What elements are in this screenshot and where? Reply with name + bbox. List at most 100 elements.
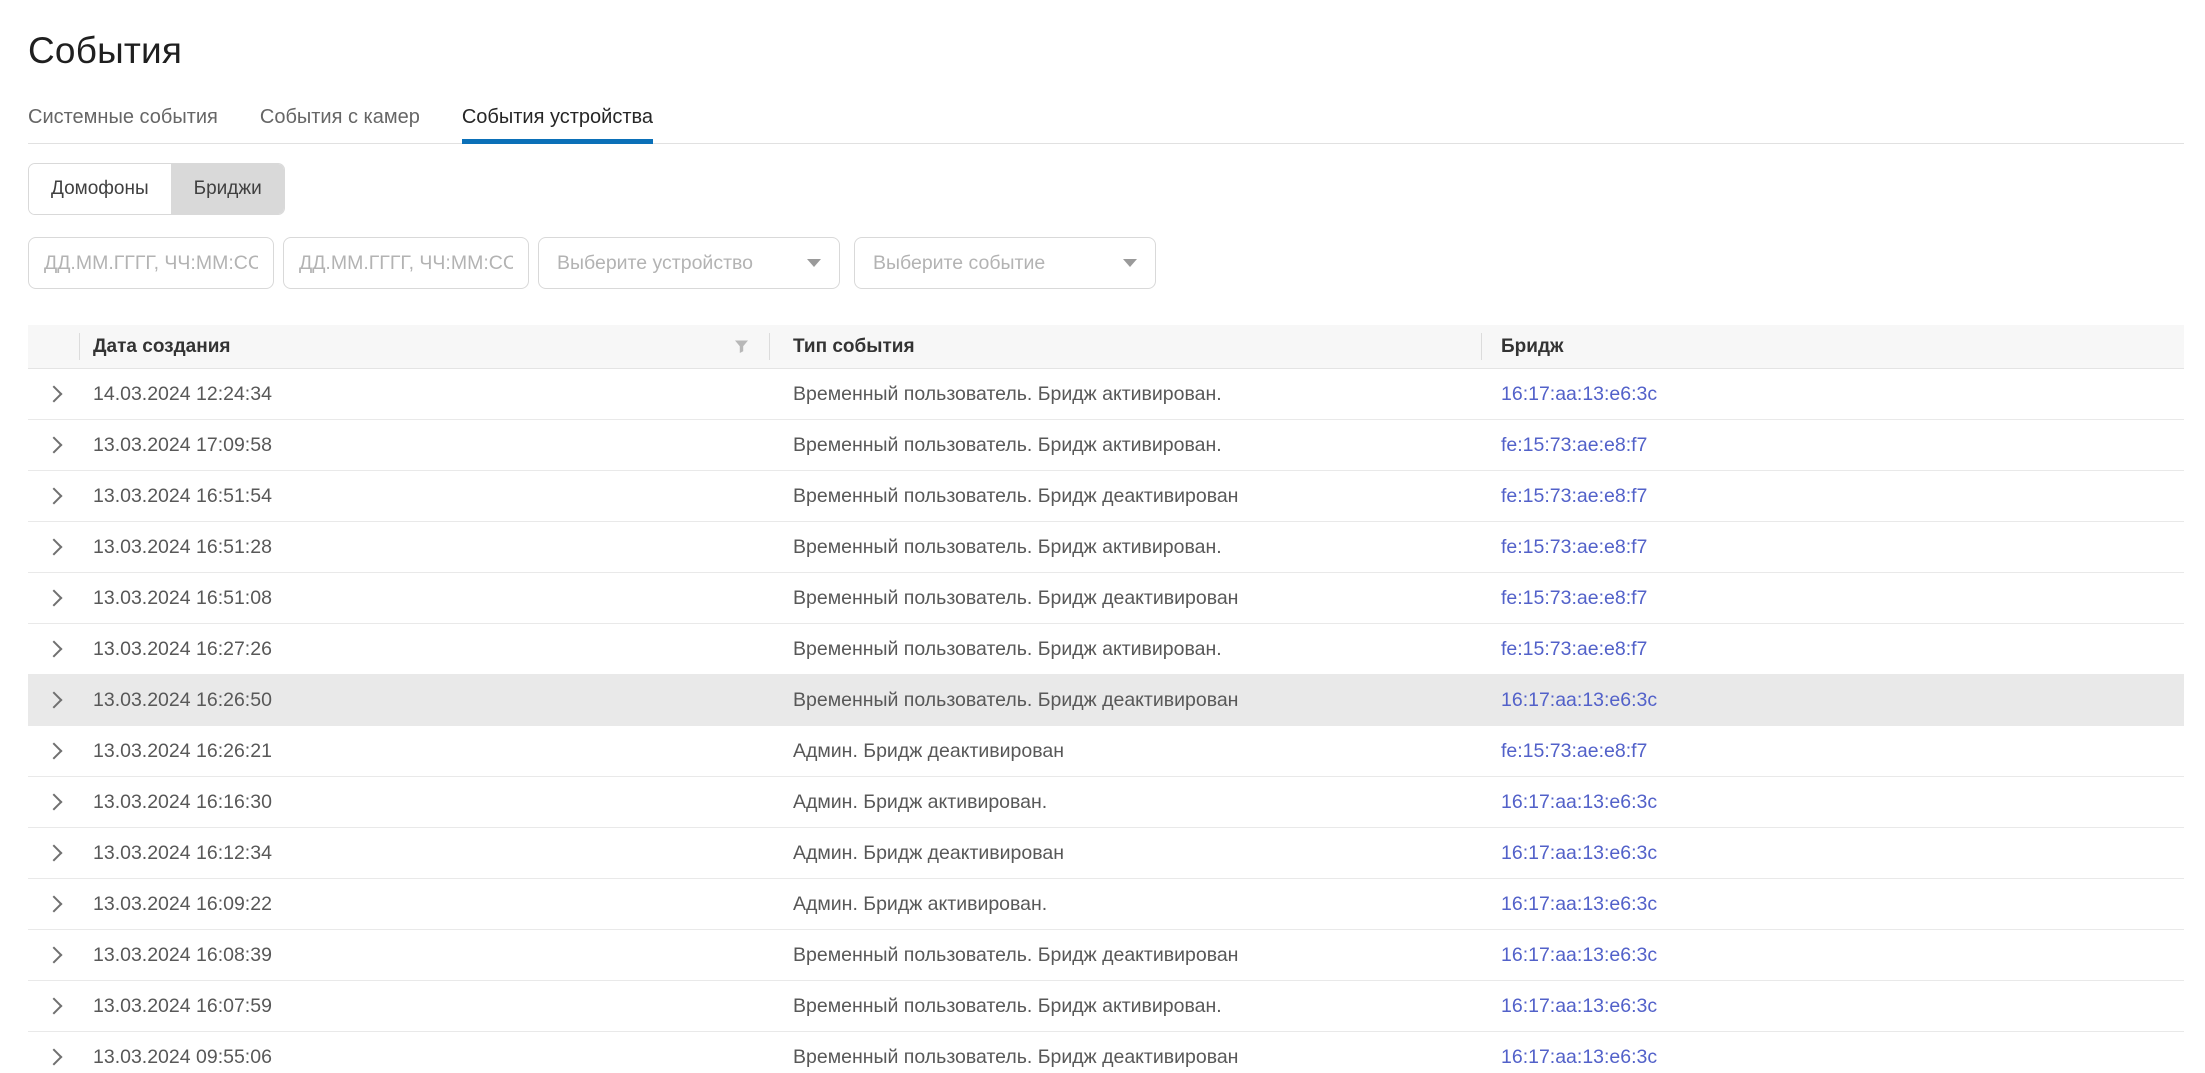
events-tabs: Системные события События с камер Событи…	[28, 106, 2184, 144]
expand-cell	[28, 879, 79, 929]
event-select[interactable]: Выберите событие	[854, 237, 1156, 289]
tab-2[interactable]: События устройства	[462, 106, 653, 143]
bridge-cell: 16:17:aa:13:e6:3c	[1481, 828, 2184, 878]
bridge-link[interactable]: 16:17:aa:13:e6:3c	[1501, 995, 1657, 1018]
table-row[interactable]: 13.03.2024 16:27:26 Временный пользовате…	[28, 624, 2184, 675]
toggle-button-0[interactable]: Домофоны	[29, 164, 171, 214]
table-row[interactable]: 13.03.2024 16:26:21 Админ. Бридж деактив…	[28, 726, 2184, 777]
expand-cell	[28, 573, 79, 623]
event-type: Временный пользователь. Бридж деактивиро…	[793, 689, 1238, 712]
bridge-link[interactable]: 16:17:aa:13:e6:3c	[1501, 842, 1657, 865]
bridge-link[interactable]: fe:15:73:ae:e8:f7	[1501, 536, 1647, 559]
chevron-right-icon[interactable]	[45, 590, 62, 607]
bridge-link[interactable]: fe:15:73:ae:e8:f7	[1501, 638, 1647, 661]
column-divider	[1481, 333, 1482, 360]
tab-label: События с камер	[260, 106, 420, 128]
bridge-link[interactable]: 16:17:aa:13:e6:3c	[1501, 1046, 1657, 1069]
bridge-link[interactable]: 16:17:aa:13:e6:3c	[1501, 893, 1657, 916]
table-row[interactable]: 13.03.2024 16:12:34 Админ. Бридж деактив…	[28, 828, 2184, 879]
expand-cell	[28, 624, 79, 674]
chevron-right-icon[interactable]	[45, 998, 62, 1015]
event-date: 13.03.2024 16:12:34	[93, 842, 272, 865]
expand-column-header	[28, 325, 79, 368]
chevron-right-icon[interactable]	[45, 845, 62, 862]
bridge-cell: 16:17:aa:13:e6:3c	[1481, 981, 2184, 1031]
expand-cell	[28, 777, 79, 827]
event-type: Временный пользователь. Бридж активирова…	[793, 383, 1222, 406]
date-cell: 13.03.2024 16:51:54	[79, 471, 769, 521]
toggle-button-label: Домофоны	[51, 178, 149, 199]
bridge-link[interactable]: 16:17:aa:13:e6:3c	[1501, 383, 1657, 406]
table-row[interactable]: 13.03.2024 16:26:50 Временный пользовате…	[28, 675, 2184, 726]
bridge-link[interactable]: 16:17:aa:13:e6:3c	[1501, 689, 1657, 712]
bridge-link[interactable]: fe:15:73:ae:e8:f7	[1501, 740, 1647, 763]
bridge-link[interactable]: fe:15:73:ae:e8:f7	[1501, 434, 1647, 457]
event-date: 13.03.2024 16:16:30	[93, 791, 272, 814]
expand-cell	[28, 981, 79, 1031]
chevron-right-icon[interactable]	[45, 488, 62, 505]
expand-cell	[28, 471, 79, 521]
chevron-right-icon[interactable]	[45, 692, 62, 709]
date-from-input[interactable]	[28, 237, 274, 289]
table-row[interactable]: 13.03.2024 16:16:30 Админ. Бридж активир…	[28, 777, 2184, 828]
expand-cell	[28, 420, 79, 470]
date-to-input[interactable]	[283, 237, 529, 289]
event-date: 13.03.2024 16:51:28	[93, 536, 272, 559]
chevron-right-icon[interactable]	[45, 386, 62, 403]
bridge-link[interactable]: fe:15:73:ae:e8:f7	[1501, 587, 1647, 610]
table-row[interactable]: 13.03.2024 16:07:59 Временный пользовате…	[28, 981, 2184, 1032]
chevron-right-icon[interactable]	[45, 1049, 62, 1066]
type-cell: Админ. Бридж деактивирован	[769, 828, 1481, 878]
chevron-right-icon[interactable]	[45, 437, 62, 454]
date-cell: 14.03.2024 12:24:34	[79, 369, 769, 419]
caret-down-icon	[807, 259, 821, 267]
expand-cell	[28, 828, 79, 878]
chevron-right-icon[interactable]	[45, 641, 62, 658]
date-cell: 13.03.2024 16:16:30	[79, 777, 769, 827]
bridge-link[interactable]: 16:17:aa:13:e6:3c	[1501, 944, 1657, 967]
bridge-link[interactable]: fe:15:73:ae:e8:f7	[1501, 485, 1647, 508]
event-type: Админ. Бридж активирован.	[793, 791, 1047, 814]
expand-cell	[28, 930, 79, 980]
tab-0[interactable]: Системные события	[28, 106, 218, 143]
expand-cell	[28, 522, 79, 572]
table-row[interactable]: 13.03.2024 16:51:28 Временный пользовате…	[28, 522, 2184, 573]
table-row[interactable]: 13.03.2024 09:55:06 Временный пользовате…	[28, 1032, 2184, 1073]
chevron-right-icon[interactable]	[45, 947, 62, 964]
column-divider	[769, 333, 770, 360]
device-select[interactable]: Выберите устройство	[538, 237, 840, 289]
type-cell: Временный пользователь. Бридж деактивиро…	[769, 471, 1481, 521]
table-row[interactable]: 13.03.2024 16:09:22 Админ. Бридж активир…	[28, 879, 2184, 930]
toggle-button-1[interactable]: Бриджи	[171, 164, 284, 214]
event-date: 13.03.2024 16:26:21	[93, 740, 272, 763]
date-cell: 13.03.2024 16:09:22	[79, 879, 769, 929]
table-row[interactable]: 14.03.2024 12:24:34 Временный пользовате…	[28, 369, 2184, 420]
event-type: Временный пользователь. Бридж деактивиро…	[793, 944, 1238, 967]
chevron-right-icon[interactable]	[45, 539, 62, 556]
tab-1[interactable]: События с камер	[260, 106, 420, 143]
bridge-cell: fe:15:73:ae:e8:f7	[1481, 420, 2184, 470]
events-table: Дата создания Тип события Бридж 14.03.20	[28, 325, 2184, 1073]
bridge-column-label: Бридж	[1501, 336, 1563, 358]
bridge-cell: fe:15:73:ae:e8:f7	[1481, 726, 2184, 776]
chevron-right-icon[interactable]	[45, 794, 62, 811]
chevron-right-icon[interactable]	[45, 896, 62, 913]
date-column-header: Дата создания	[79, 325, 769, 368]
type-cell: Временный пользователь. Бридж активирова…	[769, 522, 1481, 572]
chevron-right-icon[interactable]	[45, 743, 62, 760]
table-row[interactable]: 13.03.2024 16:51:08 Временный пользовате…	[28, 573, 2184, 624]
event-date: 13.03.2024 09:55:06	[93, 1046, 272, 1069]
bridge-cell: 16:17:aa:13:e6:3c	[1481, 777, 2184, 827]
type-cell: Временный пользователь. Бридж активирова…	[769, 624, 1481, 674]
table-row[interactable]: 13.03.2024 17:09:58 Временный пользовате…	[28, 420, 2184, 471]
event-type: Админ. Бридж деактивирован	[793, 842, 1064, 865]
tab-label: Системные события	[28, 106, 218, 128]
column-divider	[79, 333, 80, 360]
type-cell: Временный пользователь. Бридж деактивиро…	[769, 1032, 1481, 1073]
table-row[interactable]: 13.03.2024 16:51:54 Временный пользовате…	[28, 471, 2184, 522]
bridge-link[interactable]: 16:17:aa:13:e6:3c	[1501, 791, 1657, 814]
bridge-cell: 16:17:aa:13:e6:3c	[1481, 675, 2184, 725]
table-row[interactable]: 13.03.2024 16:08:39 Временный пользовате…	[28, 930, 2184, 981]
filter-funnel-icon[interactable]	[730, 335, 753, 358]
type-column-label: Тип события	[793, 336, 915, 358]
